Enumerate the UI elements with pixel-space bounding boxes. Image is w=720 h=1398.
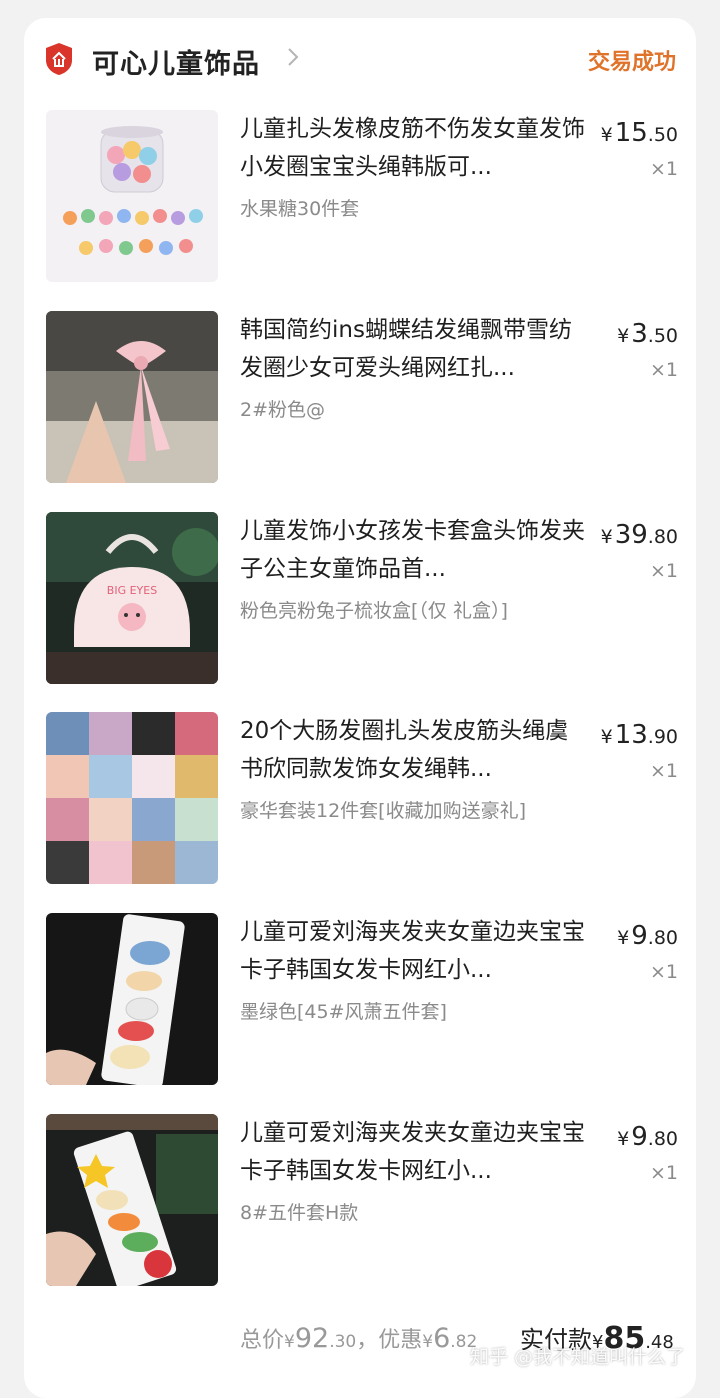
- product-quantity: ×1: [649, 359, 678, 381]
- order-item[interactable]: BIG EYES 儿童发饰小女孩发卡套盒头饰发夹子公主女童饰品首... 粉色亮粉…: [24, 512, 696, 692]
- product-quantity: ×1: [649, 760, 678, 782]
- watermark: 知乎 @我不知道叫什么了: [470, 1346, 686, 1368]
- currency-symbol: ¥: [617, 325, 630, 347]
- discount-label: ，优惠: [356, 1328, 423, 1353]
- currency-symbol: ¥: [600, 726, 613, 748]
- product-quantity: ×1: [649, 158, 678, 180]
- product-price: ¥15.50: [601, 118, 678, 148]
- product-title[interactable]: 20个大肠发圈扎头发皮筋头绳虞书欣同款发饰女发绳韩...: [240, 712, 586, 788]
- price-dec: .90: [647, 726, 678, 748]
- product-price: ¥9.80: [617, 921, 678, 951]
- product-thumbnail[interactable]: BIG EYES: [46, 512, 218, 684]
- order-item[interactable]: 儿童扎头发橡皮筋不伤发女童发饰小发圈宝宝头绳韩版可... 水果糖30件套 ¥15…: [24, 110, 696, 290]
- price-dec: .50: [647, 124, 678, 146]
- currency-symbol: ¥: [617, 927, 630, 949]
- product-price: ¥3.50: [617, 319, 678, 349]
- currency-symbol: ¥: [600, 526, 613, 548]
- order-item[interactable]: 20个大肠发圈扎头发皮筋头绳虞书欣同款发饰女发绳韩... 豪华套装12件套[收藏…: [24, 712, 696, 892]
- product-thumbnail[interactable]: [46, 311, 218, 483]
- product-title[interactable]: 儿童可爱刘海夹发夹女童边夹宝宝卡子韩国女发卡网红小...: [240, 913, 586, 989]
- total-int: 92: [294, 1323, 330, 1354]
- product-title[interactable]: 儿童可爱刘海夹发夹女童边夹宝宝卡子韩国女发卡网红小...: [240, 1114, 586, 1190]
- currency-symbol: ¥: [422, 1332, 434, 1352]
- chevron-right-icon[interactable]: [282, 46, 304, 68]
- product-quantity: ×1: [649, 961, 678, 983]
- order-item[interactable]: 韩国简约ins蝴蝶结发绳飘带雪纺发圈少女可爱头绳网红扎... 2#粉色@ ¥3.…: [24, 311, 696, 491]
- order-status: 交易成功: [587, 50, 676, 75]
- price-int: 9: [631, 921, 648, 951]
- total-dec: .30: [329, 1332, 357, 1352]
- price-int: 9: [631, 1122, 648, 1152]
- currency-symbol: ¥: [617, 1128, 630, 1150]
- product-thumbnail[interactable]: [46, 712, 218, 884]
- product-quantity: ×1: [649, 1162, 678, 1184]
- product-image-text: BIG EYES: [107, 584, 157, 597]
- product-spec: 水果糖30件套: [240, 198, 360, 220]
- product-title[interactable]: 韩国简约ins蝴蝶结发绳飘带雪纺发圈少女可爱头绳网红扎...: [240, 311, 586, 387]
- product-spec: 2#粉色@: [240, 399, 326, 421]
- product-price: ¥9.80: [617, 1122, 678, 1152]
- order-item[interactable]: 儿童可爱刘海夹发夹女童边夹宝宝卡子韩国女发卡网红小... 8#五件套H款 ¥9.…: [24, 1114, 696, 1294]
- order-card: 可心儿童饰品 交易成功 儿童扎头发橡皮筋不伤发女童发饰小发圈宝宝头绳韩版可...…: [24, 18, 696, 1398]
- price-dec: .80: [647, 1128, 678, 1150]
- product-price: ¥13.90: [601, 720, 678, 750]
- product-spec: 墨绿色[45#风萧五件套]: [240, 1001, 447, 1023]
- currency-symbol: ¥: [284, 1332, 295, 1352]
- price-int: 15: [614, 118, 648, 148]
- shop-header[interactable]: 可心儿童饰品 交易成功: [24, 18, 696, 100]
- currency-symbol: ¥: [600, 124, 613, 146]
- price-int: 39: [614, 520, 648, 550]
- total-and-discount: 总价¥92.30，优惠¥6.82: [240, 1322, 477, 1354]
- product-thumbnail[interactable]: [46, 110, 218, 282]
- price-int: 13: [614, 720, 648, 750]
- price-dec: .50: [647, 325, 678, 347]
- total-label: 总价: [240, 1328, 285, 1353]
- product-quantity: ×1: [649, 560, 678, 582]
- price-dec: .80: [647, 927, 678, 949]
- product-spec: 粉色亮粉兔子梳妆盒[（仅 礼盒）]: [240, 600, 508, 622]
- shop-name[interactable]: 可心儿童饰品: [92, 42, 260, 81]
- discount-int: 6: [433, 1323, 451, 1354]
- shop-badge-icon: [46, 43, 72, 75]
- product-spec: 豪华套装12件套[收藏加购送豪礼]: [240, 800, 527, 822]
- product-title[interactable]: 儿童扎头发橡皮筋不伤发女童发饰小发圈宝宝头绳韩版可...: [240, 110, 586, 186]
- order-item[interactable]: 儿童可爱刘海夹发夹女童边夹宝宝卡子韩国女发卡网红小... 墨绿色[45#风萧五件…: [24, 913, 696, 1093]
- product-thumbnail[interactable]: [46, 1114, 218, 1286]
- price-int: 3: [631, 319, 648, 349]
- product-price: ¥39.80: [601, 520, 678, 550]
- product-thumbnail[interactable]: [46, 913, 218, 1085]
- product-spec: 8#五件套H款: [240, 1202, 359, 1224]
- price-dec: .80: [647, 526, 678, 548]
- product-title[interactable]: 儿童发饰小女孩发卡套盒头饰发夹子公主女童饰品首...: [240, 512, 586, 588]
